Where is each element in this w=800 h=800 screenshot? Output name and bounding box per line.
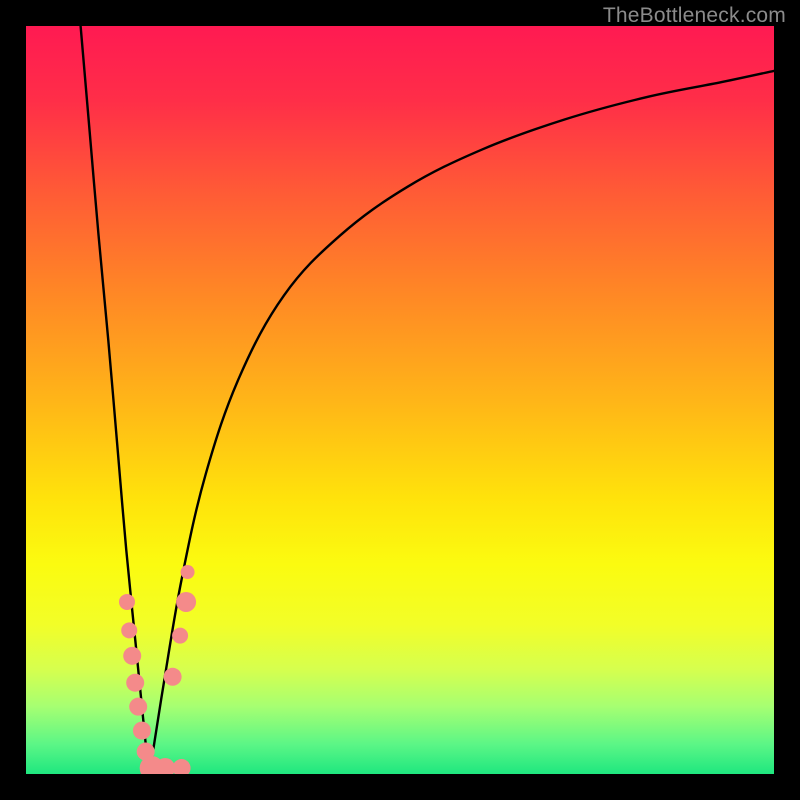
- plot-area: [26, 26, 774, 774]
- watermark-text: TheBottleneck.com: [603, 4, 786, 28]
- chart-frame: TheBottleneck.com: [0, 0, 800, 800]
- marker-dot: [121, 622, 137, 638]
- marker-dot: [164, 668, 182, 686]
- marker-dot: [119, 594, 135, 610]
- marker-dot: [172, 628, 188, 644]
- marker-dot: [173, 759, 191, 774]
- left-curve: [81, 26, 150, 774]
- marker-dot: [126, 674, 144, 692]
- curves-layer: [26, 26, 774, 774]
- marker-dot: [123, 647, 141, 665]
- right-curve: [149, 71, 774, 774]
- marker-dot: [133, 722, 151, 740]
- marker-dot: [176, 592, 196, 612]
- marker-dot: [129, 698, 147, 716]
- marker-dot: [181, 565, 195, 579]
- marker-group: [119, 565, 196, 774]
